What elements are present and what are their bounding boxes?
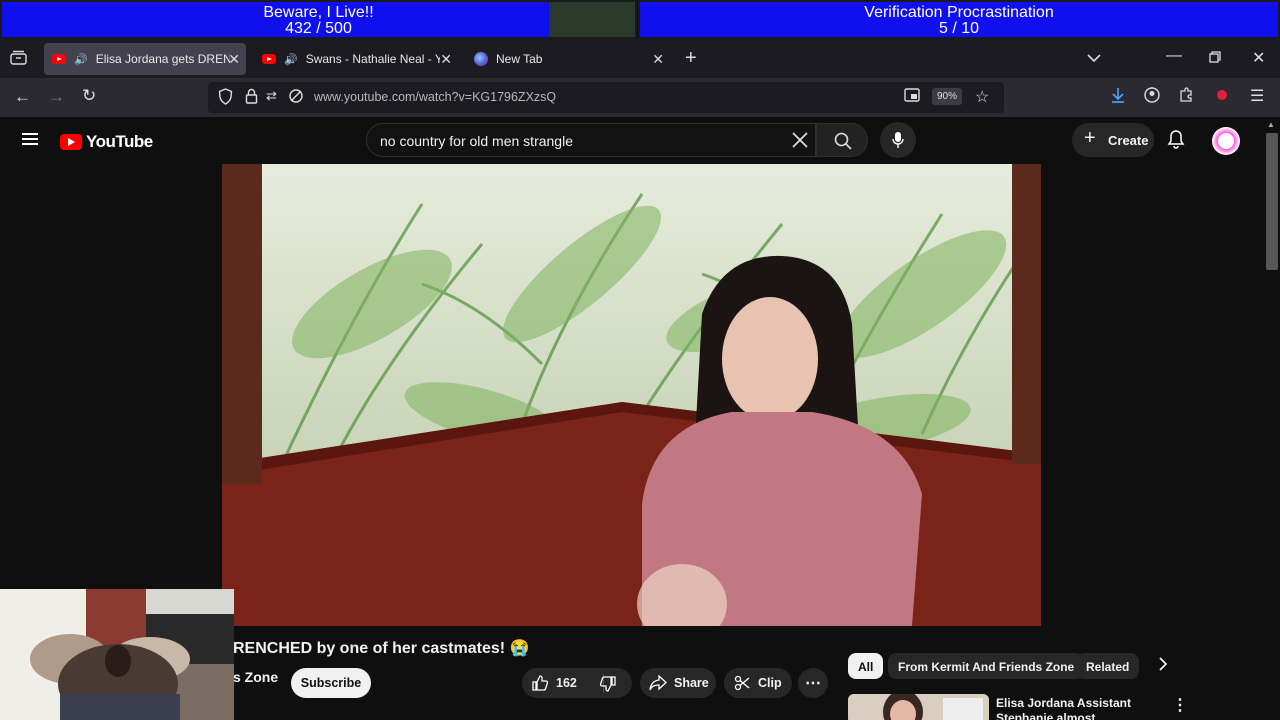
- share-label: Share: [674, 676, 709, 690]
- microphone-icon: [892, 132, 904, 148]
- tab-title: Elisa Jordana gets DRENCH: [95, 52, 230, 66]
- tab-elisa-jordana[interactable]: 🔊 Elisa Jordana gets DRENCH ✕: [44, 43, 246, 75]
- share-arrow-icon: [649, 674, 667, 694]
- forward-arrow-icon[interactable]: →: [48, 87, 65, 107]
- tracking-blocked-icon[interactable]: [288, 88, 304, 108]
- clip-label: Clip: [758, 676, 782, 690]
- firefox-favicon-icon: [474, 52, 488, 66]
- thumbs-up-icon[interactable]: [532, 675, 549, 694]
- plus-icon: +: [1084, 127, 1096, 149]
- goal-bar-beware: Beware, I Live!! 432 / 500: [0, 0, 637, 39]
- search-box[interactable]: no country for old men strangle: [366, 123, 816, 157]
- url-text[interactable]: www.youtube.com/watch?v=KG1796ZXzsQ: [314, 90, 556, 104]
- extension-record-icon[interactable]: [1214, 87, 1230, 107]
- search-input[interactable]: no country for old men strangle: [380, 133, 573, 149]
- scroll-up-icon[interactable]: ▲: [1267, 120, 1275, 129]
- speaker-icon[interactable]: 🔊: [284, 53, 298, 66]
- youtube-favicon-icon: [262, 54, 276, 64]
- more-vertical-icon[interactable]: ⋮: [1172, 695, 1188, 715]
- chevron-down-icon[interactable]: [1087, 50, 1101, 68]
- screen: Beware, I Live!! 432 / 500 Verification …: [0, 0, 1280, 720]
- thumbs-down-icon[interactable]: [599, 676, 616, 695]
- account-icon[interactable]: [1144, 87, 1160, 107]
- goal-title: Beware, I Live!!: [263, 4, 374, 21]
- chip-from-channel[interactable]: From Kermit And Friends Zone: [888, 653, 1085, 679]
- minimize-icon[interactable]: —: [1166, 47, 1182, 65]
- reload-icon[interactable]: ↻: [82, 86, 96, 106]
- recommendation-thumbnail[interactable]: [848, 694, 989, 720]
- recommendation-title-line: Stephanie almost ARRESTED: [996, 711, 1096, 720]
- more-actions-button[interactable]: ⋯: [798, 668, 828, 698]
- youtube-header: YouTube no country for old men strangle …: [0, 117, 1264, 164]
- tab-swans[interactable]: 🔊 Swans - Nathalie Neal - You ✕: [254, 43, 458, 75]
- scrollbar-thumb[interactable]: [1266, 133, 1278, 270]
- nav-bar: ← → ↻ ⇄ www.youtube.com/watch?v=KG1796ZX…: [0, 78, 1280, 117]
- back-arrow-icon[interactable]: ←: [14, 87, 31, 107]
- share-button[interactable]: Share: [640, 668, 716, 698]
- clear-search-icon[interactable]: [789, 127, 811, 159]
- goal-progress: 432 / 500: [285, 20, 352, 37]
- webcam-feed: [0, 589, 234, 720]
- scissors-icon: [734, 675, 750, 694]
- recommendation-title-line: Elisa Jordana Assistant: [996, 696, 1131, 710]
- chip-related[interactable]: Related: [1076, 653, 1140, 679]
- menu-icon[interactable]: ☰: [1250, 86, 1264, 106]
- more-horizontal-icon: ⋯: [805, 675, 821, 692]
- youtube-play-icon: [60, 134, 82, 150]
- goal-progress: 5 / 10: [938, 20, 980, 37]
- plus-icon[interactable]: +: [685, 47, 697, 70]
- thumbnail-image: [848, 694, 989, 720]
- extensions-icon[interactable]: [1178, 87, 1194, 107]
- close-tab-icon[interactable]: ✕: [228, 51, 240, 68]
- youtube-logo[interactable]: YouTube: [60, 132, 153, 152]
- tab-overview-icon[interactable]: [10, 50, 27, 70]
- bookmark-star-icon[interactable]: ☆: [975, 87, 989, 107]
- tab-new-tab[interactable]: New Tab ✕: [466, 43, 670, 75]
- goal-title: Verification Procrastination: [864, 4, 1054, 21]
- restore-icon[interactable]: [1209, 50, 1221, 68]
- shield-icon[interactable]: [218, 88, 233, 109]
- youtube-favicon-icon: [52, 54, 66, 64]
- close-tab-icon[interactable]: ✕: [652, 51, 664, 68]
- search-icon: [834, 132, 852, 150]
- permissions-icon[interactable]: ⇄: [266, 88, 277, 104]
- search-button[interactable]: [816, 123, 868, 157]
- tab-title: Swans - Nathalie Neal - You: [305, 52, 440, 66]
- download-icon[interactable]: [1110, 87, 1126, 107]
- goal-bar-verification: Verification Procrastination 5 / 10: [638, 0, 1280, 39]
- create-button[interactable]: + Create: [1072, 123, 1154, 157]
- channel-name[interactable]: s Zone: [233, 669, 278, 685]
- hamburger-menu-icon[interactable]: [22, 133, 38, 145]
- tab-strip: 🔊 Elisa Jordana gets DRENCH ✕ 🔊 Swans - …: [0, 39, 1280, 78]
- notifications-bell-icon[interactable]: [1167, 129, 1185, 154]
- video-title: RENCHED by one of her castmates! 😭: [233, 640, 530, 657]
- clip-button[interactable]: Clip: [724, 668, 792, 698]
- picture-in-picture-icon[interactable]: [904, 88, 920, 106]
- zoom-level[interactable]: 90%: [932, 88, 963, 105]
- like-count[interactable]: 162: [556, 676, 577, 690]
- webcam-overlay: [0, 589, 234, 720]
- create-label: Create: [1108, 133, 1149, 148]
- voice-search-button[interactable]: [880, 122, 916, 158]
- video-player[interactable]: [222, 164, 1041, 626]
- recommendation-title[interactable]: Elisa Jordana Assistant Stephanie almost…: [996, 696, 1161, 720]
- url-bar[interactable]: ⇄ www.youtube.com/watch?v=KG1796ZXzsQ 90…: [208, 82, 1004, 113]
- close-tab-icon[interactable]: ✕: [440, 51, 452, 68]
- speaker-icon[interactable]: 🔊: [74, 53, 88, 66]
- like-dislike-group: 162: [522, 668, 632, 698]
- subscribe-button[interactable]: Subscribe: [291, 668, 371, 698]
- tab-title: New Tab: [496, 52, 543, 66]
- avatar[interactable]: [1212, 127, 1240, 155]
- chevron-right-icon[interactable]: [1158, 657, 1168, 674]
- close-window-icon[interactable]: ✕: [1252, 48, 1265, 68]
- youtube-logo-text: YouTube: [86, 132, 153, 151]
- chip-all[interactable]: All: [848, 653, 884, 679]
- video-frame: [222, 164, 1041, 626]
- lock-icon[interactable]: [245, 88, 258, 108]
